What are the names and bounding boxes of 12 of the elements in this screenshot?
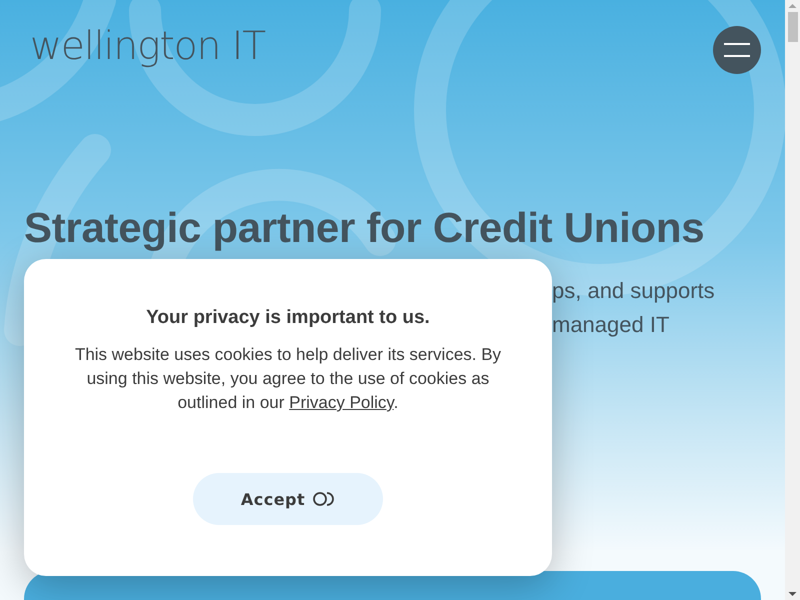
hero-text: ps, and supports — [552, 277, 716, 305]
circles-icon — [313, 491, 336, 507]
dialog-heading: Your privacy is important to us. — [146, 307, 430, 329]
scrollbar[interactable] — [785, 0, 800, 600]
scroll-thumb[interactable] — [788, 12, 798, 42]
privacy-policy-link[interactable]: Privacy Policy — [289, 393, 394, 412]
dialog-text: This website uses cookies to help deliver its services. By using this website, you agree to the use of cookies as outlined in our Privacy Policy. — [74, 344, 502, 414]
hero-title: Strategic partner for Credit Unions — [24, 204, 704, 252]
menu-button[interactable] — [713, 26, 761, 74]
hero-text: managed IT — [552, 311, 670, 339]
menu-icon — [724, 43, 750, 57]
accept-button[interactable]: Accept — [193, 473, 383, 525]
